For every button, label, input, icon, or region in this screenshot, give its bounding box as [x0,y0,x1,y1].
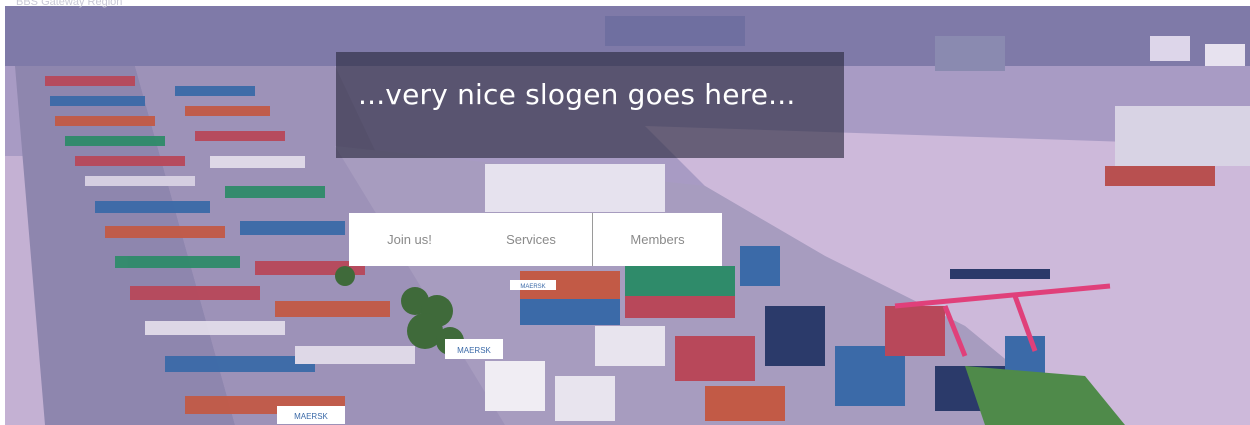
nav-members[interactable]: Members [593,213,722,266]
nav-join-us[interactable]: Join us! [349,213,470,266]
maersk-label: MAERSK [294,412,328,421]
hero-banner: MAERSK MAERSK MAERSK ...very nice slogen… [5,6,1250,425]
slogan-text: ...very nice slogen goes here... [358,78,796,111]
nav-services[interactable]: Services [470,213,593,266]
maersk-label: MAERSK [457,346,491,355]
maersk-label: MAERSK [520,284,545,290]
slogan-overlay: ...very nice slogen goes here... [336,52,844,158]
main-nav: Join us! Services Members [349,213,722,266]
site-name[interactable]: BBS Gateway Region [16,0,122,8]
